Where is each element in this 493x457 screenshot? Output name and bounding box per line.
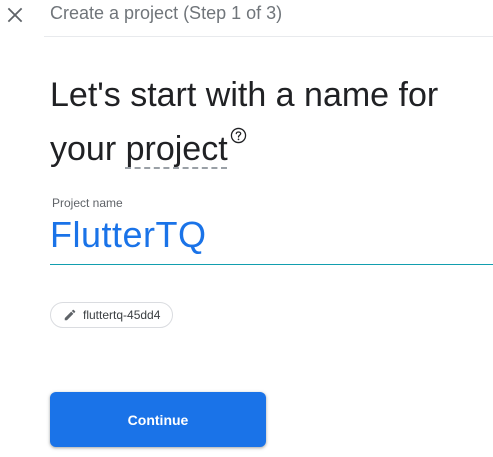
continue-button[interactable]: Continue	[50, 392, 266, 447]
heading-line-2-prefix: your	[50, 130, 126, 168]
page-heading: Let's start with a name for your project	[50, 68, 493, 176]
project-term[interactable]: project	[126, 130, 228, 168]
project-name-input[interactable]	[50, 212, 493, 258]
close-icon	[7, 7, 23, 23]
project-id-chip[interactable]: fluttertq-45dd4	[50, 302, 174, 328]
heading-line-1: Let's start with a name for	[50, 76, 439, 114]
help-circle-icon[interactable]	[230, 127, 247, 144]
create-project-page: Create a project (Step 1 of 3) Let's sta…	[0, 0, 493, 457]
step-title: Create a project (Step 1 of 3)	[50, 3, 283, 23]
project-name-label: Project name	[52, 196, 123, 210]
project-id-value: fluttertq-45dd4	[83, 308, 161, 322]
project-name-underline	[50, 264, 493, 265]
close-button[interactable]	[2, 2, 28, 28]
header-divider	[44, 36, 493, 37]
pencil-icon	[64, 309, 76, 321]
